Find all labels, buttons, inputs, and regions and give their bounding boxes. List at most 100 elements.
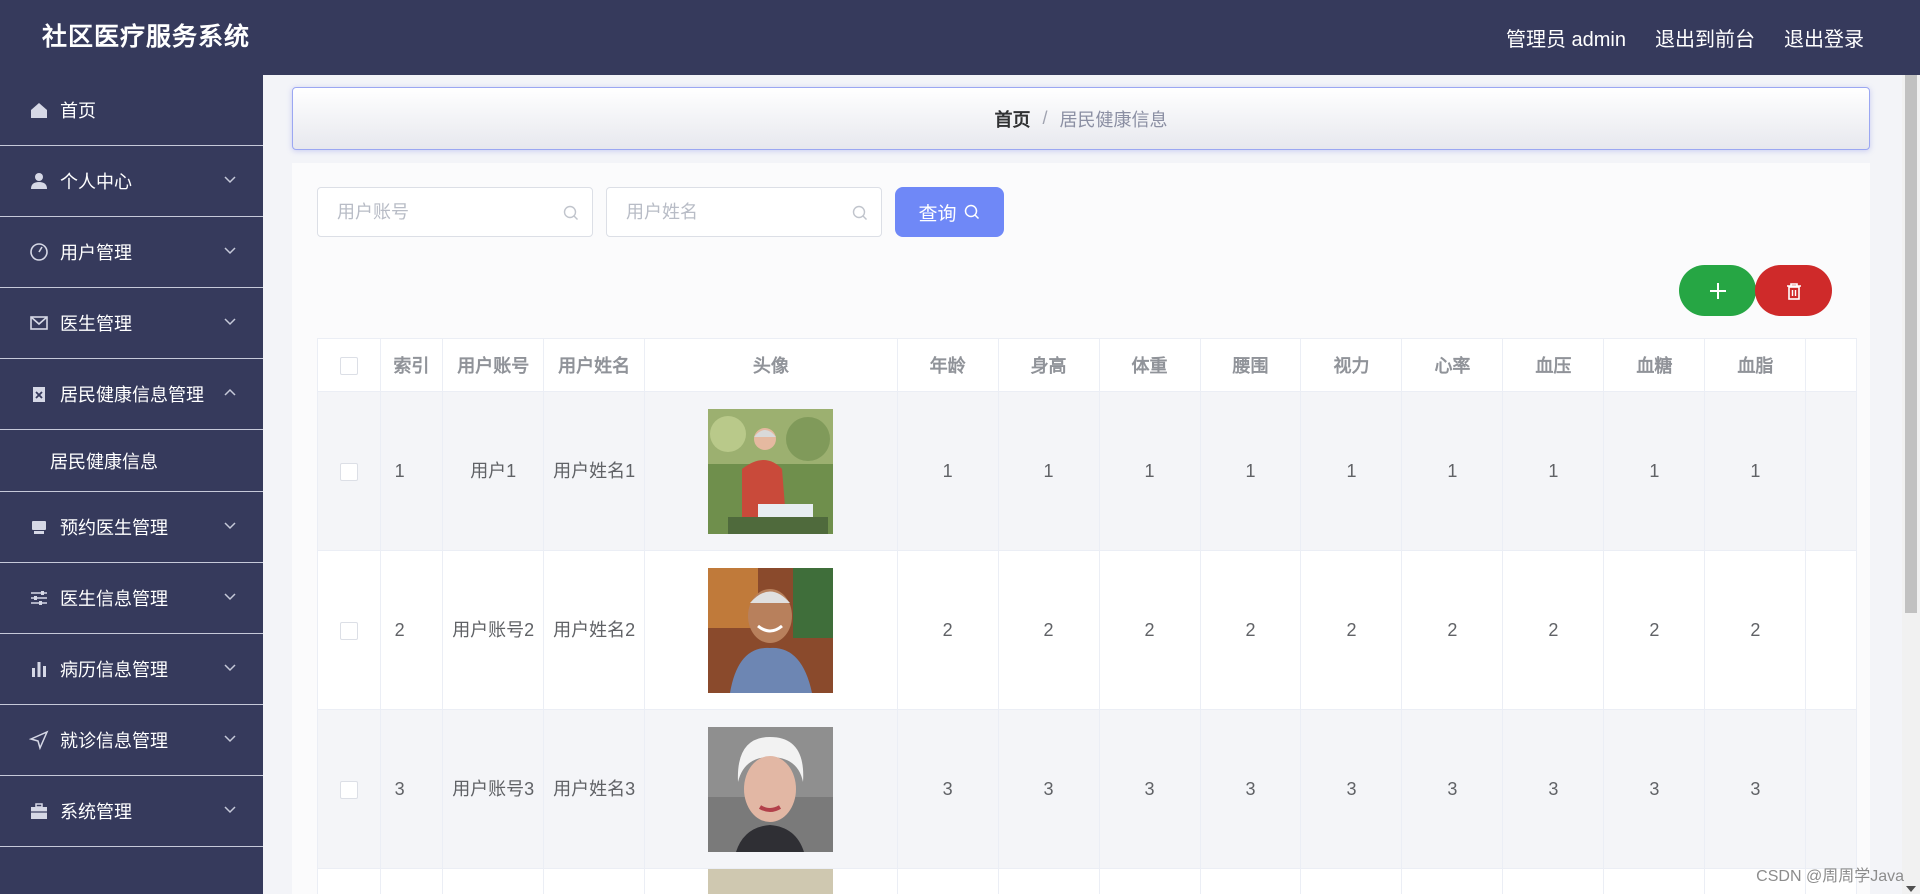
avatar-cell — [644, 550, 898, 710]
account-cell: 用户账号3 — [442, 709, 545, 869]
column-header[interactable]: 用户姓名 — [543, 338, 646, 392]
sliders-icon — [28, 587, 50, 609]
heart-rate-cell: 2 — [1401, 550, 1504, 710]
main-content: 首页 / 居民健康信息 查询 — [263, 75, 1900, 894]
account-cell: 用户账号2 — [442, 550, 545, 710]
page-scrollbar[interactable] — [1902, 75, 1920, 894]
waist-cell: 3 — [1199, 709, 1302, 869]
avatar-photo-elderly-man-smiling — [708, 567, 834, 693]
name-cell: 用户姓名1 — [543, 391, 646, 551]
content-card: 查询 索引 用户账号 用户姓名 头像 年龄 — [292, 163, 1870, 894]
column-header[interactable]: 血糖 — [1603, 338, 1706, 392]
column-header[interactable]: 年龄 — [896, 338, 999, 392]
chevron-down-icon — [224, 735, 236, 743]
app-title: 社区医疗服务系统 — [42, 23, 251, 51]
sidebar-item-appointment-management[interactable]: 预约医生管理 — [0, 492, 263, 563]
admin-label[interactable]: 管理员 admin — [1506, 23, 1626, 52]
sidebar-item-label: 居民健康信息管理 — [60, 385, 204, 405]
add-button[interactable] — [1679, 265, 1756, 316]
avatar — [708, 408, 834, 534]
chevron-down-icon — [224, 176, 236, 184]
column-header[interactable]: 头像 — [644, 338, 898, 392]
sidebar-item-personal-center[interactable]: 个人中心 — [0, 146, 263, 217]
breadcrumb-separator: / — [1042, 108, 1048, 128]
sidebar-item-medical-record-management[interactable]: 病历信息管理 — [0, 634, 263, 705]
to-front-link[interactable]: 退出到前台 — [1655, 23, 1755, 52]
avatar-cell — [644, 391, 898, 551]
chevron-down-icon — [224, 522, 236, 530]
plus-icon — [1709, 282, 1726, 299]
column-header[interactable]: 血脂 — [1704, 338, 1807, 392]
name-search-input[interactable] — [626, 201, 836, 223]
name-cell: 用户姓名2 — [543, 550, 646, 710]
height-cell: 2 — [997, 550, 1100, 710]
envelope-icon — [28, 312, 50, 334]
avatar — [708, 869, 834, 894]
blood-pressure-cell: 1 — [1502, 391, 1605, 551]
avatar-photo-elderly-woman — [708, 726, 834, 852]
watermark: CSDN @周周学Java — [1756, 868, 1904, 885]
blood-sugar-cell: 1 — [1603, 391, 1706, 551]
avatar-cell — [644, 709, 898, 869]
row-checkbox[interactable] — [339, 463, 358, 482]
blood-lipid-cell: 1 — [1704, 391, 1807, 551]
column-header[interactable]: 心率 — [1401, 338, 1504, 392]
tray-icon — [28, 516, 50, 538]
row-checkbox[interactable] — [339, 622, 358, 641]
briefcase-icon — [28, 800, 50, 822]
top-bar: 社区医疗服务系统 管理员 admin 退出到前台 退出登录 — [0, 0, 1920, 75]
select-all-checkbox[interactable] — [339, 356, 358, 375]
sidebar-item-label: 就诊信息管理 — [60, 731, 168, 751]
account-cell: 用户1 — [442, 391, 545, 551]
chevron-down-icon — [224, 593, 236, 601]
breadcrumb-current: 居民健康信息 — [1059, 109, 1168, 130]
sidebar-item-home[interactable]: 首页 — [0, 75, 263, 146]
vision-cell: 3 — [1300, 709, 1403, 869]
column-header[interactable]: 身高 — [997, 338, 1100, 392]
vision-cell: 2 — [1300, 550, 1403, 710]
height-cell: 3 — [997, 709, 1100, 869]
home-icon — [28, 99, 50, 121]
sidebar-item-label: 首页 — [60, 101, 96, 121]
avatar — [708, 567, 834, 693]
column-header[interactable]: 体重 — [1098, 338, 1201, 392]
sidebar-item-user-management[interactable]: 用户管理 — [0, 217, 263, 288]
scroll-down-arrow-icon[interactable] — [1906, 886, 1916, 892]
search-icon — [563, 205, 578, 220]
age-cell: 3 — [896, 709, 999, 869]
column-header[interactable]: 腰围 — [1199, 338, 1302, 392]
name-cell: 用户姓名3 — [543, 709, 646, 869]
row-checkbox-cell — [317, 709, 381, 869]
age-cell: 1 — [896, 391, 999, 551]
breadcrumb-home[interactable]: 首页 — [994, 106, 1030, 132]
sidebar-item-system-management[interactable]: 系统管理 — [0, 776, 263, 847]
sidebar-item-doctor-management[interactable]: 医生管理 — [0, 288, 263, 359]
sidebar-item-health-info-management[interactable]: 居民健康信息管理 — [0, 359, 263, 430]
height-cell: 1 — [997, 391, 1100, 551]
sidebar-item-visit-info-management[interactable]: 就诊信息管理 — [0, 705, 263, 776]
column-header[interactable]: 用户账号 — [442, 338, 545, 392]
delete-button[interactable] — [1755, 265, 1832, 316]
query-button[interactable]: 查询 — [895, 187, 1004, 237]
sidebar-item-doctor-info-management[interactable]: 医生信息管理 — [0, 563, 263, 634]
chevron-down-icon — [224, 806, 236, 814]
chevron-up-icon — [224, 388, 236, 396]
row-checkbox[interactable] — [339, 781, 358, 800]
account-search-field — [317, 187, 593, 237]
waist-cell: 2 — [1199, 550, 1302, 710]
column-header[interactable]: 视力 — [1300, 338, 1403, 392]
select-all-cell — [317, 338, 381, 392]
sidebar-subitem-health-info[interactable]: 居民健康信息 — [0, 430, 263, 492]
send-icon — [28, 729, 50, 751]
table-row: 1 用户1 用户姓名1 1 1 1 1 1 1 1 1 1 — [317, 391, 1857, 551]
account-search-input[interactable] — [337, 201, 547, 223]
index-cell: 3 — [379, 709, 444, 869]
blood-sugar-cell: 2 — [1603, 550, 1706, 710]
column-header[interactable]: 索引 — [379, 338, 444, 392]
chevron-down-icon — [224, 664, 236, 672]
column-header[interactable]: 血压 — [1502, 338, 1605, 392]
age-cell: 2 — [896, 550, 999, 710]
logout-link[interactable]: 退出登录 — [1784, 23, 1864, 52]
scrollbar-thumb[interactable] — [1905, 75, 1917, 613]
index-cell: 1 — [379, 391, 444, 551]
